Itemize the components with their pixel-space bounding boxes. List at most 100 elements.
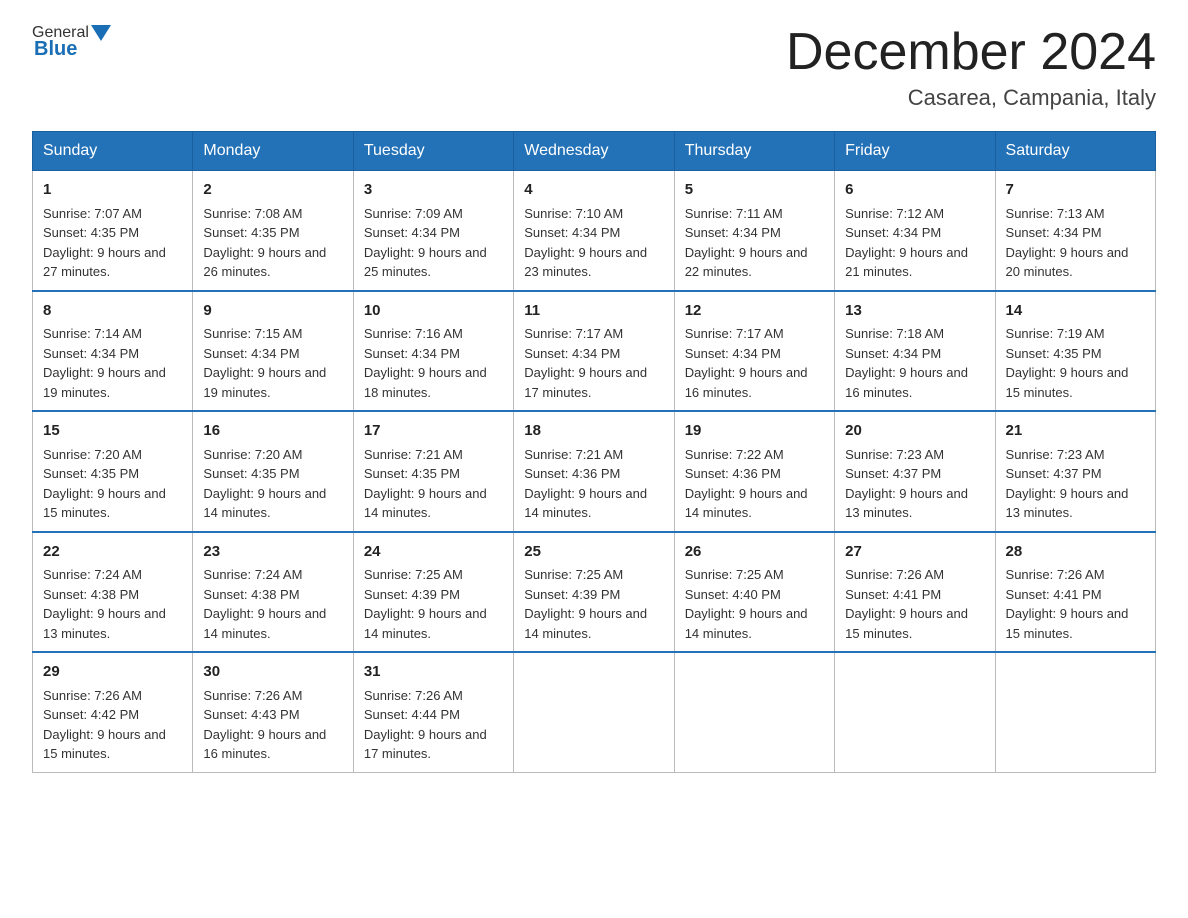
sunset-text: Sunset: 4:40 PM — [685, 587, 781, 602]
logo: General Blue — [32, 24, 113, 61]
calendar-cell — [995, 652, 1155, 772]
day-number: 2 — [203, 179, 342, 202]
calendar-cell: 27 Sunrise: 7:26 AM Sunset: 4:41 PM Dayl… — [835, 532, 995, 653]
calendar-cell: 21 Sunrise: 7:23 AM Sunset: 4:37 PM Dayl… — [995, 411, 1155, 532]
sunset-text: Sunset: 4:35 PM — [43, 225, 139, 240]
sunset-text: Sunset: 4:36 PM — [524, 466, 620, 481]
calendar-cell: 3 Sunrise: 7:09 AM Sunset: 4:34 PM Dayli… — [353, 171, 513, 291]
daylight-text: Daylight: 9 hours and 19 minutes. — [203, 365, 326, 400]
calendar-week-row-3: 15 Sunrise: 7:20 AM Sunset: 4:35 PM Dayl… — [33, 411, 1156, 532]
day-number: 3 — [364, 179, 503, 202]
day-number: 29 — [43, 661, 182, 684]
daylight-text: Daylight: 9 hours and 16 minutes. — [203, 727, 326, 762]
day-number: 22 — [43, 541, 182, 564]
day-number: 11 — [524, 300, 663, 323]
sunset-text: Sunset: 4:37 PM — [845, 466, 941, 481]
sunset-text: Sunset: 4:38 PM — [203, 587, 299, 602]
daylight-text: Daylight: 9 hours and 26 minutes. — [203, 245, 326, 280]
calendar-cell: 9 Sunrise: 7:15 AM Sunset: 4:34 PM Dayli… — [193, 291, 353, 412]
sunrise-text: Sunrise: 7:17 AM — [524, 326, 623, 341]
day-number: 1 — [43, 179, 182, 202]
day-number: 30 — [203, 661, 342, 684]
daylight-text: Daylight: 9 hours and 23 minutes. — [524, 245, 647, 280]
calendar-cell: 7 Sunrise: 7:13 AM Sunset: 4:34 PM Dayli… — [995, 171, 1155, 291]
daylight-text: Daylight: 9 hours and 15 minutes. — [43, 727, 166, 762]
sunset-text: Sunset: 4:34 PM — [364, 346, 460, 361]
sunrise-text: Sunrise: 7:24 AM — [43, 567, 142, 582]
calendar-cell: 4 Sunrise: 7:10 AM Sunset: 4:34 PM Dayli… — [514, 171, 674, 291]
sunset-text: Sunset: 4:35 PM — [203, 225, 299, 240]
sunset-text: Sunset: 4:41 PM — [1006, 587, 1102, 602]
sunrise-text: Sunrise: 7:16 AM — [364, 326, 463, 341]
sunset-text: Sunset: 4:34 PM — [203, 346, 299, 361]
calendar-cell: 16 Sunrise: 7:20 AM Sunset: 4:35 PM Dayl… — [193, 411, 353, 532]
calendar-cell: 15 Sunrise: 7:20 AM Sunset: 4:35 PM Dayl… — [33, 411, 193, 532]
sunset-text: Sunset: 4:44 PM — [364, 707, 460, 722]
daylight-text: Daylight: 9 hours and 20 minutes. — [1006, 245, 1129, 280]
calendar-cell: 5 Sunrise: 7:11 AM Sunset: 4:34 PM Dayli… — [674, 171, 834, 291]
day-number: 6 — [845, 179, 984, 202]
calendar-cell: 22 Sunrise: 7:24 AM Sunset: 4:38 PM Dayl… — [33, 532, 193, 653]
sunset-text: Sunset: 4:34 PM — [43, 346, 139, 361]
sunset-text: Sunset: 4:34 PM — [524, 225, 620, 240]
calendar-cell: 28 Sunrise: 7:26 AM Sunset: 4:41 PM Dayl… — [995, 532, 1155, 653]
sunrise-text: Sunrise: 7:21 AM — [524, 447, 623, 462]
calendar-header-saturday: Saturday — [995, 132, 1155, 171]
day-number: 17 — [364, 420, 503, 443]
calendar-week-row-1: 1 Sunrise: 7:07 AM Sunset: 4:35 PM Dayli… — [33, 171, 1156, 291]
calendar-cell: 31 Sunrise: 7:26 AM Sunset: 4:44 PM Dayl… — [353, 652, 513, 772]
day-number: 31 — [364, 661, 503, 684]
day-number: 21 — [1006, 420, 1145, 443]
calendar-cell: 12 Sunrise: 7:17 AM Sunset: 4:34 PM Dayl… — [674, 291, 834, 412]
daylight-text: Daylight: 9 hours and 15 minutes. — [43, 486, 166, 521]
calendar-cell: 19 Sunrise: 7:22 AM Sunset: 4:36 PM Dayl… — [674, 411, 834, 532]
daylight-text: Daylight: 9 hours and 13 minutes. — [1006, 486, 1129, 521]
calendar-cell: 23 Sunrise: 7:24 AM Sunset: 4:38 PM Dayl… — [193, 532, 353, 653]
daylight-text: Daylight: 9 hours and 14 minutes. — [203, 606, 326, 641]
sunrise-text: Sunrise: 7:21 AM — [364, 447, 463, 462]
day-number: 14 — [1006, 300, 1145, 323]
day-number: 27 — [845, 541, 984, 564]
daylight-text: Daylight: 9 hours and 17 minutes. — [364, 727, 487, 762]
calendar-cell: 24 Sunrise: 7:25 AM Sunset: 4:39 PM Dayl… — [353, 532, 513, 653]
daylight-text: Daylight: 9 hours and 19 minutes. — [43, 365, 166, 400]
sunset-text: Sunset: 4:34 PM — [685, 346, 781, 361]
calendar-cell: 2 Sunrise: 7:08 AM Sunset: 4:35 PM Dayli… — [193, 171, 353, 291]
sunset-text: Sunset: 4:39 PM — [364, 587, 460, 602]
day-number: 15 — [43, 420, 182, 443]
calendar-cell: 17 Sunrise: 7:21 AM Sunset: 4:35 PM Dayl… — [353, 411, 513, 532]
day-number: 12 — [685, 300, 824, 323]
calendar-week-row-2: 8 Sunrise: 7:14 AM Sunset: 4:34 PM Dayli… — [33, 291, 1156, 412]
sunrise-text: Sunrise: 7:25 AM — [524, 567, 623, 582]
sunrise-text: Sunrise: 7:19 AM — [1006, 326, 1105, 341]
sunrise-text: Sunrise: 7:26 AM — [43, 688, 142, 703]
sunset-text: Sunset: 4:39 PM — [524, 587, 620, 602]
calendar-cell: 10 Sunrise: 7:16 AM Sunset: 4:34 PM Dayl… — [353, 291, 513, 412]
calendar-week-row-4: 22 Sunrise: 7:24 AM Sunset: 4:38 PM Dayl… — [33, 532, 1156, 653]
calendar-cell: 8 Sunrise: 7:14 AM Sunset: 4:34 PM Dayli… — [33, 291, 193, 412]
calendar-header-thursday: Thursday — [674, 132, 834, 171]
calendar-cell — [674, 652, 834, 772]
sunrise-text: Sunrise: 7:20 AM — [43, 447, 142, 462]
location: Casarea, Campania, Italy — [786, 85, 1156, 111]
sunrise-text: Sunrise: 7:08 AM — [203, 206, 302, 221]
sunrise-text: Sunrise: 7:25 AM — [364, 567, 463, 582]
calendar-header-row: SundayMondayTuesdayWednesdayThursdayFrid… — [33, 132, 1156, 171]
daylight-text: Daylight: 9 hours and 14 minutes. — [685, 606, 808, 641]
daylight-text: Daylight: 9 hours and 22 minutes. — [685, 245, 808, 280]
day-number: 16 — [203, 420, 342, 443]
sunrise-text: Sunrise: 7:12 AM — [845, 206, 944, 221]
daylight-text: Daylight: 9 hours and 16 minutes. — [845, 365, 968, 400]
month-title: December 2024 — [786, 24, 1156, 81]
day-number: 13 — [845, 300, 984, 323]
day-number: 24 — [364, 541, 503, 564]
daylight-text: Daylight: 9 hours and 13 minutes. — [845, 486, 968, 521]
daylight-text: Daylight: 9 hours and 25 minutes. — [364, 245, 487, 280]
daylight-text: Daylight: 9 hours and 13 minutes. — [43, 606, 166, 641]
sunset-text: Sunset: 4:34 PM — [1006, 225, 1102, 240]
calendar-cell: 20 Sunrise: 7:23 AM Sunset: 4:37 PM Dayl… — [835, 411, 995, 532]
sunset-text: Sunset: 4:34 PM — [685, 225, 781, 240]
sunrise-text: Sunrise: 7:10 AM — [524, 206, 623, 221]
calendar-cell: 26 Sunrise: 7:25 AM Sunset: 4:40 PM Dayl… — [674, 532, 834, 653]
sunrise-text: Sunrise: 7:26 AM — [203, 688, 302, 703]
